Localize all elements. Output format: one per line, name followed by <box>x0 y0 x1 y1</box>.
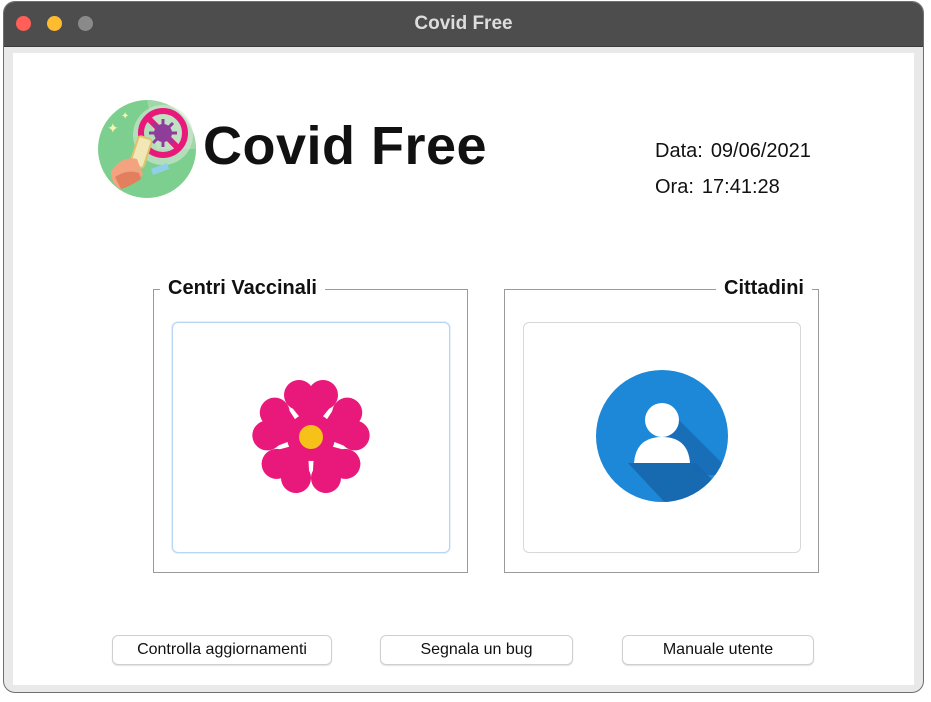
time-label: Ora: <box>655 176 694 198</box>
app-window: Covid Free ✦ ✦ Covid Free Data: 09/06/20… <box>4 2 923 692</box>
date-time-panel: Data: 09/06/2021 Ora: 17:41:28 <box>655 133 811 205</box>
centri-vaccinali-button[interactable] <box>172 322 450 553</box>
title-bar: Covid Free <box>4 2 923 47</box>
centri-vaccinali-group: Centri Vaccinali <box>153 277 468 573</box>
main-content: ✦ ✦ Covid Free Data: 09/06/2021 Ora: 17:41… <box>13 53 914 685</box>
user-manual-button[interactable]: Manuale utente <box>622 635 814 665</box>
cittadini-group: Cittadini <box>504 277 819 573</box>
report-bug-button[interactable]: Segnala un bug <box>380 635 573 665</box>
check-updates-button[interactable]: Controlla aggiornamenti <box>112 635 332 665</box>
cittadini-button[interactable] <box>523 322 801 553</box>
date-value: 09/06/2021 <box>710 140 811 162</box>
svg-text:✦: ✦ <box>121 111 129 122</box>
window-title: Covid Free <box>414 13 513 34</box>
cittadini-title: Cittadini <box>716 277 812 300</box>
user-icon <box>596 370 728 502</box>
svg-text:✦: ✦ <box>107 121 119 137</box>
vaccine-virus-logo-icon: ✦ ✦ <box>97 99 197 199</box>
time-row: Ora: 17:41:28 <box>655 169 811 205</box>
date-row: Data: 09/06/2021 <box>655 133 811 169</box>
app-title: Covid Free <box>203 116 488 176</box>
flower-icon <box>252 380 370 494</box>
centri-vaccinali-title: Centri Vaccinali <box>160 277 325 300</box>
date-label: Data: <box>655 140 703 162</box>
time-value: 17:41:28 <box>701 176 780 198</box>
